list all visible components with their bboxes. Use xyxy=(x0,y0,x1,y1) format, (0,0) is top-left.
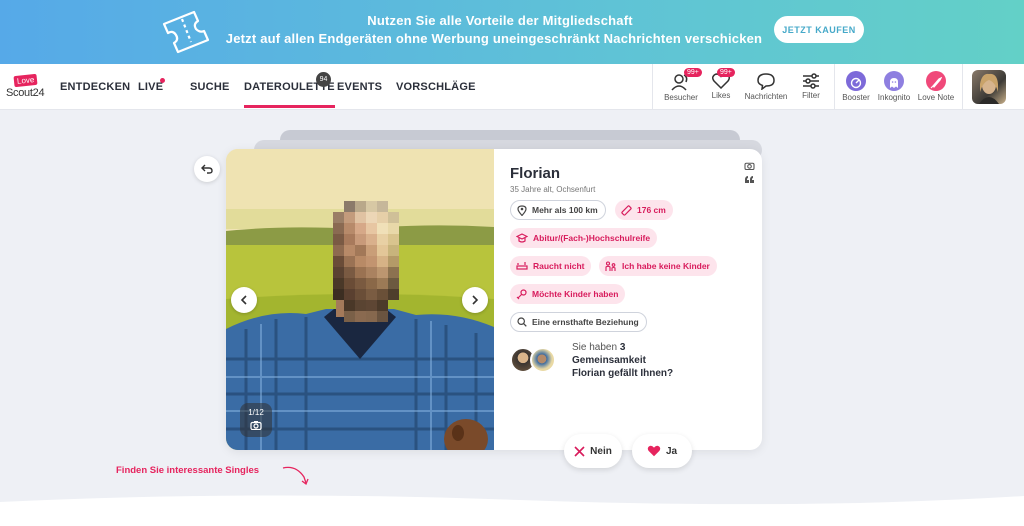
live-indicator-dot xyxy=(160,78,165,83)
user-avatar[interactable] xyxy=(972,70,1006,104)
ruler-icon xyxy=(621,204,632,216)
common-question: Florian gefällt Ihnen? xyxy=(572,368,674,379)
heart-icon xyxy=(647,445,661,457)
logo-love: Love xyxy=(13,73,38,88)
nav-live[interactable]: LIVE xyxy=(138,81,163,93)
undo-arrow-icon xyxy=(201,164,213,174)
ja-button[interactable]: Ja xyxy=(632,434,692,468)
camera-icon xyxy=(250,421,262,430)
no-smoking-icon xyxy=(516,262,528,270)
nav-love-note[interactable]: Love Note xyxy=(911,69,961,102)
nav-divider xyxy=(962,64,963,110)
profile-photo[interactable]: 1/12 xyxy=(226,149,494,450)
booster-icon xyxy=(846,71,866,91)
common-prefix: Sie haben xyxy=(572,342,618,353)
tag-education: Abitur/(Fach-)Hochschulreife xyxy=(510,228,658,248)
dateroulette-badge: 94 xyxy=(316,72,331,87)
tag-kids: Ich habe keine Kinder xyxy=(599,256,717,276)
nachrichten-label: Nachrichten xyxy=(744,92,788,101)
nav-vorschlaege[interactable]: VORSCHLÄGE xyxy=(396,81,476,93)
tag-wants-kids: Möchte Kinder haben xyxy=(510,284,626,304)
likes-badge: 99+ xyxy=(717,68,735,77)
logo[interactable]: Love Scout24 xyxy=(6,73,46,101)
ghost-icon xyxy=(884,71,904,91)
chevron-right-icon xyxy=(472,295,479,305)
nav-entdecken[interactable]: ENTDECKEN xyxy=(60,81,130,93)
love-note-label: Love Note xyxy=(917,93,955,102)
ja-label: Ja xyxy=(665,445,678,457)
pixelated-face xyxy=(322,201,410,331)
profile-card: 1/12 Florian 35 Jahre alt, Ochsenfurt Me… xyxy=(226,149,762,450)
tag-education-label: Abitur/(Fach-)Hochschulreife xyxy=(533,233,651,243)
buy-now-button[interactable]: JETZT KAUFEN xyxy=(774,16,864,43)
common-word: Gemeinsamkeit xyxy=(572,355,646,366)
chevron-left-icon xyxy=(240,295,247,305)
common-count: 3 xyxy=(619,342,626,353)
main-nav: Love Scout24 ENTDECKEN LIVE SUCHE DATERO… xyxy=(0,64,1024,110)
close-icon xyxy=(574,445,585,457)
tag-height-label: 176 cm xyxy=(637,205,666,215)
family-icon xyxy=(605,260,616,271)
common-interests[interactable]: Sie haben 3 Gemeinsamkeit Florian gefäll… xyxy=(510,341,750,381)
nav-filter[interactable]: Filter xyxy=(786,69,836,100)
nav-suche[interactable]: SUCHE xyxy=(190,81,230,93)
chat-bubble-icon xyxy=(757,73,775,90)
nein-label: Nein xyxy=(590,445,612,457)
next-photo-button[interactable] xyxy=(462,287,488,313)
tag-wants-kids-label: Möchte Kinder haben xyxy=(532,289,619,299)
profile-name: Florian xyxy=(510,165,561,182)
match-avatar xyxy=(530,347,556,373)
tag-distance: Mehr als 100 km xyxy=(510,200,606,220)
tag-smoking-label: Raucht nicht xyxy=(533,261,585,271)
prev-photo-button[interactable] xyxy=(231,287,257,313)
profile-meta: 35 Jahre alt, Ochsenfurt xyxy=(510,185,596,194)
profile-info: Florian 35 Jahre alt, Ochsenfurt xyxy=(510,165,750,194)
nav-nachrichten[interactable]: Nachrichten xyxy=(741,69,791,101)
search-icon xyxy=(517,317,527,327)
nav-events[interactable]: EVENTS xyxy=(337,81,382,93)
filter-label: Filter xyxy=(802,91,820,100)
location-pin-icon xyxy=(517,204,527,216)
tag-relationship: Eine ernsthafte Beziehung xyxy=(510,312,647,332)
bottom-wave xyxy=(0,495,1024,526)
hint-text: Finden Sie interessante Singles xyxy=(116,465,260,476)
photo-counter-text: 1/12 xyxy=(248,408,264,417)
love-note-icon xyxy=(926,71,946,91)
tag-relationship-label: Eine ernsthafte Beziehung xyxy=(532,317,639,327)
nav-divider xyxy=(652,64,653,110)
tag-kids-label: Ich habe keine Kinder xyxy=(622,261,710,271)
filter-sliders-icon xyxy=(803,73,819,89)
undo-button[interactable] xyxy=(194,156,220,182)
photo-counter: 1/12 xyxy=(240,403,272,437)
curved-arrow-icon xyxy=(282,466,309,486)
pacifier-icon xyxy=(516,288,527,299)
tag-height: 176 cm xyxy=(615,200,673,220)
promo-banner: Nutzen Sie alle Vorteile der Mitgliedsch… xyxy=(0,0,1024,64)
common-text: Sie haben 3 Gemeinsamkeit Florian gefäll… xyxy=(572,341,673,380)
logo-scout: Scout24 xyxy=(6,87,45,99)
nein-button[interactable]: Nein xyxy=(564,434,622,468)
tag-distance-label: Mehr als 100 km xyxy=(532,205,598,215)
graduation-cap-icon xyxy=(516,233,528,243)
likes-label: Likes xyxy=(711,91,731,100)
tag-smoking: Raucht nicht xyxy=(510,256,592,276)
